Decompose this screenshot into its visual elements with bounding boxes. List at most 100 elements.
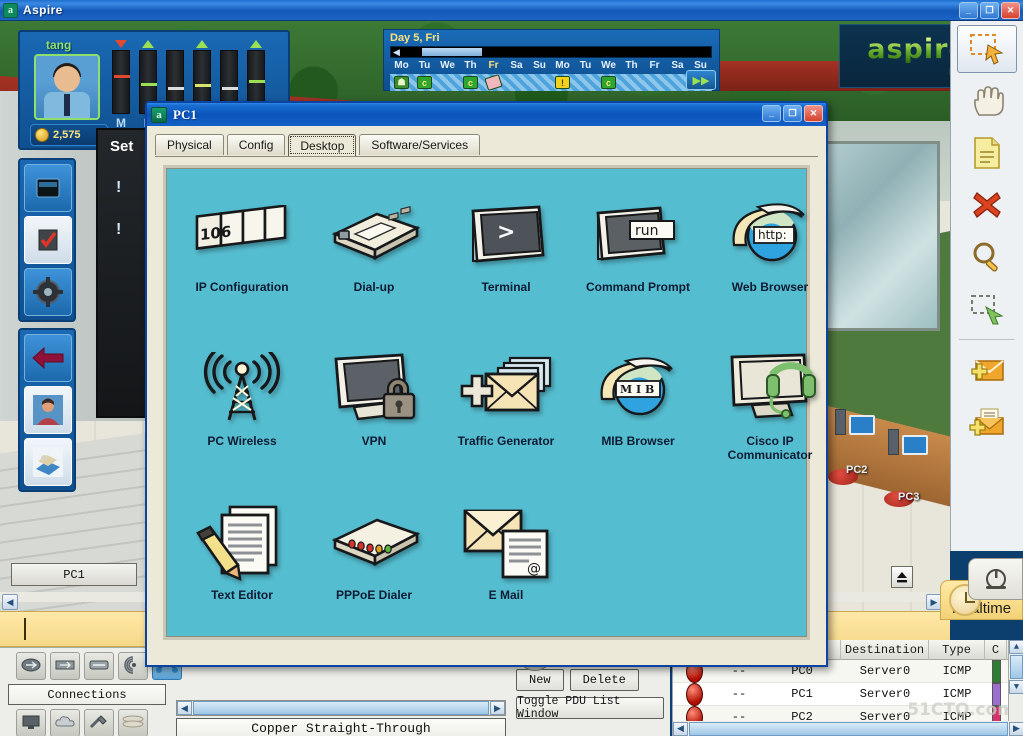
toggle-pdu-list-window-button[interactable]: Toggle PDU List Window (516, 695, 664, 721)
calendar-day-cell[interactable] (436, 74, 459, 91)
pdu-hscroll-left-button[interactable]: ◀ (673, 721, 688, 736)
tab-software-services[interactable]: Software/Services (359, 134, 481, 155)
move-layout-tool[interactable] (957, 77, 1017, 125)
calendar-day-cell[interactable] (528, 74, 551, 91)
device-type-scrollbar[interactable]: ◀ ▶ (176, 700, 506, 716)
rail-device-button[interactable] (24, 164, 72, 212)
desktop-icon-traffic-generator[interactable]: Traffic Generator (440, 340, 572, 494)
os-window-controls[interactable]: _ ❐ ✕ (959, 2, 1020, 19)
device-hubs[interactable] (84, 652, 114, 680)
delete-scenario-button[interactable]: Delete (569, 669, 639, 691)
device-wireless[interactable] (118, 652, 148, 680)
rail-checklist-button[interactable] (24, 216, 72, 264)
calendar-event-icon[interactable]: c (601, 76, 616, 89)
desktop-icon-web-browser[interactable]: http: Web Browser (704, 186, 836, 340)
desktop-icon-grid[interactable]: 106 IP Configuration Dial-up > Terminal run Co… (163, 165, 816, 640)
calendar-day-cell[interactable] (620, 74, 643, 91)
calendar-event-icon[interactable]: ☗ (394, 76, 409, 89)
device-end-devices[interactable] (16, 709, 46, 736)
calendar-scroll-thumb[interactable] (421, 48, 482, 56)
rail-inventory-button[interactable] (24, 438, 72, 486)
pdu-table-vertical-scrollbar[interactable]: ▲ ▼ (1008, 640, 1023, 721)
calendar-scroll-left-icon[interactable]: ◀ (391, 47, 402, 58)
calendar-day-cell[interactable]: ☗ (390, 74, 413, 91)
desktop-icon-e-mail[interactable]: @ E Mail (440, 494, 572, 648)
tab-desktop[interactable]: Desktop (288, 134, 357, 156)
pdu-fire-button[interactable] (673, 682, 715, 706)
scene-device-tag-pc1[interactable]: PC1 (11, 563, 137, 586)
device-wan-emulation[interactable] (50, 709, 80, 736)
desktop-icon-dial-up[interactable]: Dial-up (308, 186, 440, 340)
add-complex-pdu-tool[interactable] (957, 398, 1017, 446)
inspect-tool[interactable] (957, 233, 1017, 281)
desktop-icon-pppoe-dialer[interactable]: PPPoE Dialer (308, 494, 440, 648)
select-tool[interactable] (957, 25, 1017, 73)
os-close-button[interactable]: ✕ (1001, 2, 1020, 19)
pdu-scroll-down-button[interactable]: ▼ (1009, 680, 1023, 694)
tools-icon (88, 713, 110, 734)
pc1-maximize-button[interactable]: ❐ (783, 105, 802, 122)
calendar-day-cell[interactable] (505, 74, 528, 91)
calendar-day-cell[interactable]: ! (551, 74, 574, 91)
os-maximize-button[interactable]: ❐ (980, 2, 999, 19)
calendar-next-button[interactable]: ▶▶ (686, 70, 716, 90)
calendar-day-cell[interactable]: c (459, 74, 482, 91)
os-minimize-button[interactable]: _ (959, 2, 978, 19)
calendar-scrollbar[interactable]: ◀ (390, 46, 712, 58)
pc1-window-controls[interactable]: _ ❐ ✕ (762, 105, 823, 122)
place-note-tool[interactable] (957, 129, 1017, 177)
resize-shape-tool[interactable] (957, 285, 1017, 333)
fire-led-icon[interactable] (685, 682, 703, 706)
workstation-pc2[interactable] (835, 409, 875, 435)
calendar-event-icon[interactable]: ! (555, 76, 570, 89)
avatar-head (54, 66, 80, 92)
delete-tool[interactable] (957, 181, 1017, 229)
tab-physical[interactable]: Physical (155, 134, 224, 155)
tab-config[interactable]: Config (226, 134, 286, 155)
device-routers[interactable] (16, 652, 46, 680)
pdu-vscroll-thumb[interactable] (1010, 655, 1023, 679)
pc1-title-bar[interactable]: a PC1 _ ❐ ✕ (147, 103, 826, 126)
device-switches[interactable] (50, 652, 80, 680)
new-scenario-button[interactable]: New (516, 669, 564, 691)
cable-scroll-left-button[interactable]: ◀ (177, 701, 192, 715)
pdu-hscroll-right-button[interactable]: ▶ (1009, 721, 1023, 736)
desktop-icon-terminal[interactable]: > Terminal (440, 186, 572, 340)
calendar-day-cell[interactable] (643, 74, 666, 91)
calendar-event-icon[interactable]: c (463, 76, 478, 89)
device-custom-made[interactable] (84, 709, 114, 736)
pc1-close-button[interactable]: ✕ (804, 105, 823, 122)
calendar-event-icon[interactable]: c (417, 76, 432, 89)
calendar-day-cell[interactable] (574, 74, 597, 91)
cable-scroll-right-button[interactable]: ▶ (490, 701, 505, 715)
cable-scroll-thumb[interactable] (193, 701, 489, 715)
eject-button[interactable] (891, 566, 913, 588)
desktop-icon-command-prompt[interactable]: run Command Prompt (572, 186, 704, 340)
rail-back-button[interactable] (24, 334, 72, 382)
desktop-icon-vpn[interactable]: VPN (308, 340, 440, 494)
pc1-minimize-button[interactable]: _ (762, 105, 781, 122)
calendar-event-icon[interactable] (484, 74, 503, 91)
calendar-day-cell[interactable] (482, 74, 505, 91)
desktop-icon-pc-wireless[interactable]: PC Wireless (176, 340, 308, 494)
workstation-pc3[interactable] (888, 429, 928, 455)
add-simple-pdu-tool[interactable] (957, 346, 1017, 394)
pdu-hscroll-thumb[interactable] (689, 721, 1008, 736)
power-cycle-devices-button[interactable] (968, 558, 1023, 600)
desktop-icon-ip-configuration[interactable]: 106 IP Configuration (176, 186, 308, 340)
rail-settings-button[interactable] (24, 268, 72, 316)
workspace-scroll-left-button[interactable]: ◀ (2, 594, 18, 610)
desktop-icon-text-editor[interactable]: Text Editor (176, 494, 308, 648)
calendar-day-cell[interactable]: c (413, 74, 436, 91)
pdu-table-row[interactable]: -- PC1 Server0 ICMP (673, 682, 1023, 706)
pc1-device-window[interactable]: a PC1 _ ❐ ✕ Physical Config Desktop Softwar… (145, 101, 828, 667)
avatar[interactable] (34, 54, 100, 120)
rail-contacts-button[interactable] (24, 386, 72, 434)
calendar-day-cell[interactable]: c (597, 74, 620, 91)
pdu-table-horizontal-scrollbar[interactable]: ◀ ▶ (673, 721, 1023, 736)
device-multiuser[interactable] (118, 709, 148, 736)
pdu-scroll-up-button[interactable]: ▲ (1009, 640, 1023, 654)
calendar-event-row[interactable]: ☗ c c! c (390, 74, 712, 91)
desktop-icon-mib-browser[interactable]: M I B MIB Browser (572, 340, 704, 494)
desktop-icon-cisco-ip-communicator[interactable]: Cisco IP Communicator (704, 340, 836, 494)
